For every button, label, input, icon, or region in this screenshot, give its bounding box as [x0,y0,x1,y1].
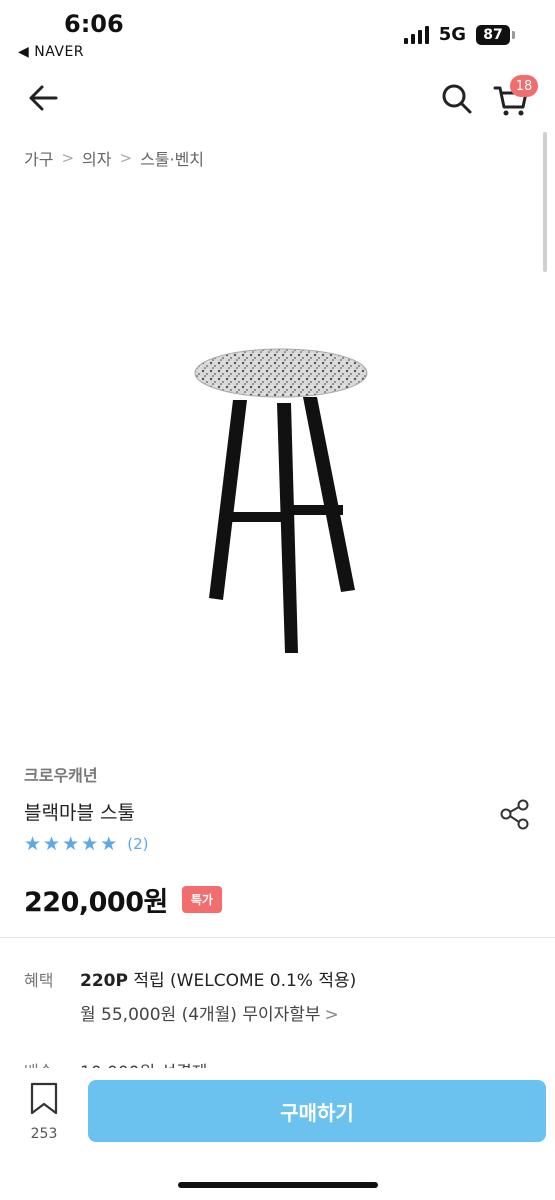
benefit-label: 혜택 [24,971,54,990]
breadcrumb-item-chair[interactable]: 의자 [82,146,111,170]
status-time: 6:06 [64,10,124,38]
product-image[interactable] [185,345,375,665]
points-info: 220P 적립 (WELCOME 0.1% 적용) [80,966,356,991]
bookmark-icon [30,1082,58,1115]
installment-link[interactable]: 월 55,000원 (4개월) 무이자할부 > [80,1000,339,1025]
bottom-bar: 253 구매하기 [0,1068,555,1200]
sale-badge: 특가 [181,886,222,913]
star-icon: ★ [43,833,61,855]
chevron-right-icon: > [324,1005,339,1025]
search-icon[interactable] [440,82,474,116]
brand-name[interactable]: 크로우캐년 [24,762,98,786]
installment-text: 월 55,000원 (4개월) 무이자할부 [80,1005,321,1025]
product-price: 220,000원 [24,887,168,918]
star-icon: ★ [81,833,99,855]
scrollbar[interactable] [543,132,547,272]
signal-icon [403,25,429,44]
network-type: 5G [438,24,466,45]
star-icon: ★ [100,833,118,855]
status-bar: 6:06 ◀ NAVER 5G 87 [0,0,555,70]
status-indicators: 5G 87 [403,24,515,45]
chevron-right-icon: > [61,149,75,167]
chevron-right-icon: > [119,149,133,167]
home-indicator [178,1182,378,1188]
buy-button[interactable]: 구매하기 [88,1080,546,1142]
product-title: 블랙마블 스툴 [24,802,135,824]
rating[interactable]: ★ ★ ★ ★ ★ (2) [24,834,148,854]
star-icon: ★ [62,833,80,855]
battery-icon: 87 [476,24,515,45]
star-icon: ★ [24,833,42,855]
battery-level: 87 [476,24,510,45]
divider [0,937,555,938]
cart-count-badge: 18 [510,75,538,97]
review-count[interactable]: (2) [127,835,148,853]
back-arrow-icon[interactable] [26,80,62,116]
breadcrumb-item-stool-bench[interactable]: 스툴·벤치 [140,146,204,170]
back-to-app-link[interactable]: ◀ NAVER [18,44,84,60]
wishlist-count: 253 [30,1126,58,1142]
share-icon[interactable] [498,797,532,831]
points-text: 적립 (WELCOME 0.1% 적용) [127,971,357,991]
breadcrumb: 가구 > 의자 > 스툴·벤치 [24,146,204,170]
breadcrumb-item-furniture[interactable]: 가구 [24,146,53,170]
wishlist-button[interactable]: 253 [20,1082,68,1146]
price-row: 220,000원 특가 [24,880,222,919]
top-nav [0,70,555,130]
points-amount: 220P [80,971,128,991]
